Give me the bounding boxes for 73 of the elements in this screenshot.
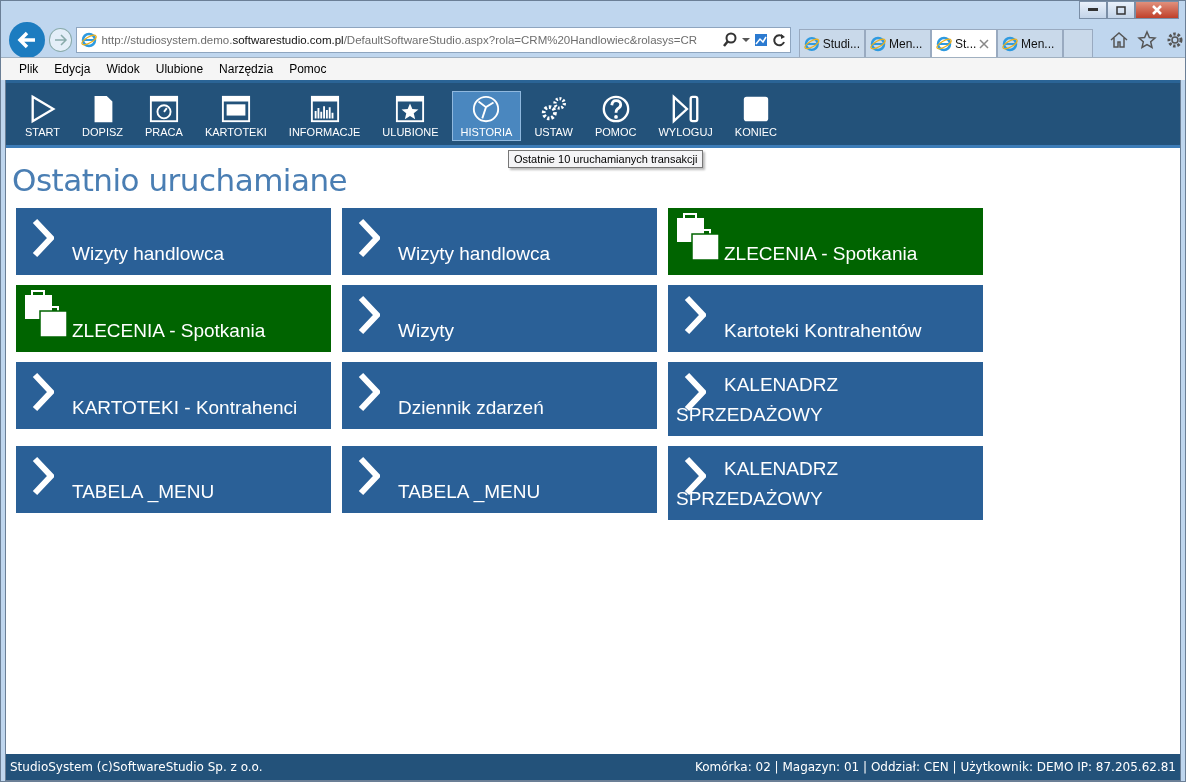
browser-logo-icon — [81, 32, 98, 48]
toolbar-button[interactable]: INFORMACJE — [279, 91, 370, 141]
toolbar-button[interactable]: ULUBIONE — [373, 91, 448, 141]
minimize-button[interactable] — [1079, 1, 1107, 19]
toolbar-button[interactable]: PRACA — [136, 91, 192, 141]
browser-tab[interactable]: Studi... — [799, 29, 865, 57]
chevron-icon — [358, 295, 380, 335]
status-text: StudioSystem (c)SoftwareStudio Sp. z o.o. — [10, 760, 263, 774]
toolbar-button[interactable]: WYLOGUJ — [649, 91, 722, 141]
menu-item[interactable]: Widok — [98, 62, 148, 76]
maximize-icon — [1116, 5, 1126, 15]
chevron-icon — [32, 372, 54, 412]
briefcase-icon — [24, 289, 70, 339]
chevron-icon — [32, 456, 54, 496]
browser-logo-icon — [870, 35, 886, 52]
chevron-icon — [358, 456, 380, 496]
menu-item[interactable]: Plik — [11, 62, 47, 76]
briefcase-icon — [676, 212, 722, 262]
shortcut-tile[interactable]: Dziennik zdarzeń — [342, 362, 657, 429]
toolbar-button[interactable]: KARTOTEKI — [195, 91, 276, 141]
status-info: Komórka: 02 | Magazyn: 01 | Oddział: CEN | Użytkownik: DEMO IP: 87.205.62.81 — [694, 760, 1176, 774]
shortcut-tile[interactable]: KALENADRZ SPRZEDAŻOWY — [668, 362, 983, 436]
toolbar-button[interactable]: START — [16, 91, 70, 141]
favorites-icon[interactable] — [1137, 30, 1157, 50]
menu-item[interactable]: Pomoc — [281, 62, 335, 76]
toolbar-button[interactable]: POMOC — [585, 91, 646, 141]
browser-logo-icon — [804, 35, 820, 52]
toolbar-button[interactable]: DOPISZ — [73, 91, 132, 141]
window-icon — [219, 94, 252, 124]
home-icon[interactable] — [1109, 30, 1129, 50]
shortcut-tile[interactable]: Kartoteki Kontrahentów — [668, 285, 983, 352]
page-heading: Ostatnio uruchamiane — [12, 162, 349, 198]
dropdown-icon[interactable] — [742, 37, 750, 43]
forward-arrow-icon — [53, 34, 68, 46]
shortcut-tile[interactable]: KALENADRZ SPRZEDAŻOWY — [668, 446, 983, 520]
clock-icon — [147, 94, 180, 124]
toolbar-button[interactable]: USTAW — [525, 91, 582, 141]
chevron-icon — [358, 218, 380, 258]
shortcut-tile[interactable]: ZLECENIA - Spotkania — [16, 285, 331, 352]
address-field[interactable]: http://studiosystem.demo.softwarestudio.com.pl/DefaultSoftwareStudio.aspx?rola=CRM%20Handlowiec&rolasys=CR — [76, 27, 791, 53]
back-button[interactable] — [9, 22, 45, 58]
shortcut-tile[interactable]: Wizyty — [342, 285, 657, 352]
chart-icon — [308, 94, 341, 124]
menu-item[interactable]: Narzędzia — [211, 62, 282, 76]
browser-tab[interactable]: Men... — [865, 29, 931, 57]
shortcut-tile[interactable]: TABELA _MENU — [342, 446, 657, 513]
menu-item[interactable]: Ulubione — [147, 62, 212, 76]
chevron-icon — [32, 218, 54, 258]
settings-icon[interactable] — [1165, 30, 1185, 50]
shortcut-tile[interactable]: TABELA _MENU — [16, 446, 331, 513]
browser-logo-icon — [1002, 35, 1018, 52]
shortcut-tile[interactable]: ZLECENIA - Spotkania — [668, 208, 983, 275]
maximize-button[interactable] — [1107, 1, 1135, 19]
browser-tab[interactable]: Men... — [997, 29, 1063, 57]
shortcut-tile[interactable]: KARTOTEKI - Kontrahenci — [16, 362, 331, 429]
close-tab-icon[interactable] — [979, 38, 990, 49]
chevron-icon — [358, 372, 380, 412]
menu-item[interactable]: Edycja — [46, 62, 99, 76]
chevron-icon — [684, 295, 706, 335]
close-icon — [1151, 5, 1163, 15]
toolbar-button[interactable]: HISTORIA — [451, 91, 522, 141]
close-button[interactable] — [1135, 1, 1179, 19]
refresh-icon[interactable] — [772, 33, 786, 47]
tooltip: Ostatnie 10 uruchamianych transakcji — [508, 150, 704, 168]
minimize-icon — [1088, 8, 1098, 12]
search-icon[interactable] — [722, 32, 738, 48]
shortcut-tile[interactable]: Wizyty handlowca — [16, 208, 331, 275]
browser-logo-icon — [936, 35, 952, 52]
compatibility-icon[interactable] — [754, 33, 768, 47]
back-arrow-icon — [16, 31, 37, 49]
toolbar-button[interactable]: KONIEC — [725, 91, 787, 141]
shortcut-tile[interactable]: Wizyty handlowca — [342, 208, 657, 275]
browser-tab[interactable]: St... — [931, 29, 997, 57]
